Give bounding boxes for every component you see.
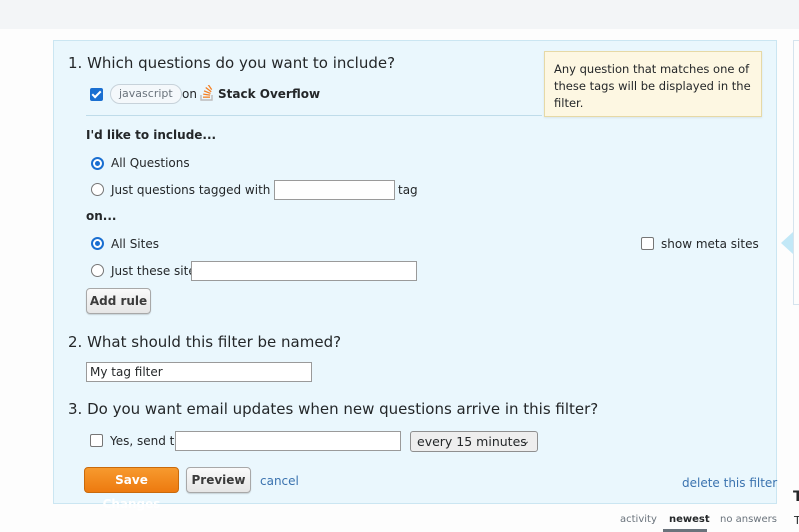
panel-pointer-arrow	[781, 232, 793, 254]
all-sites-label: All Sites	[111, 237, 159, 251]
tagged-questions-radio[interactable]	[91, 183, 104, 196]
section-1-heading: 1. Which questions do you want to includ…	[68, 54, 396, 72]
on-label: on	[182, 87, 197, 101]
sort-tab-no-answers[interactable]: no answers	[720, 514, 777, 525]
on-sites-label: on...	[86, 209, 117, 223]
site-name[interactable]: Stack Overflow	[218, 87, 320, 101]
all-sites-radio[interactable]	[91, 237, 104, 250]
filter-name-input[interactable]: My tag filter	[86, 362, 312, 382]
stackoverflow-logo-icon	[200, 85, 213, 101]
include-label: I'd like to include...	[86, 128, 217, 142]
tag-suffix-label: tag	[398, 183, 418, 197]
email-updates-checkbox[interactable]	[90, 434, 103, 447]
tag-badge[interactable]: javascript	[110, 84, 182, 104]
top-bar	[0, 0, 799, 29]
save-changes-button[interactable]: Save Changes	[84, 467, 179, 511]
show-meta-sites-label: show meta sites	[661, 237, 759, 251]
frequency-select[interactable]: every 15 minutes ⌄	[410, 431, 538, 452]
tag-input[interactable]	[274, 180, 395, 200]
sort-tab-newest[interactable]: newest	[669, 514, 710, 525]
sort-tab-activity[interactable]: activity	[620, 514, 657, 525]
send-to-label: Yes, send to	[110, 434, 182, 448]
all-questions-radio[interactable]	[91, 157, 104, 170]
these-sites-label: Just these sites	[111, 264, 202, 278]
tagged-questions-label: Just questions tagged with the	[111, 183, 294, 197]
frequency-value: every 15 minutes	[417, 434, 527, 449]
email-input[interactable]	[175, 431, 401, 451]
section-3-heading: 3. Do you want email updates when new qu…	[68, 400, 599, 418]
add-rule-button[interactable]: Add rule	[86, 288, 151, 314]
preview-button[interactable]: Preview	[186, 467, 251, 493]
these-sites-radio[interactable]	[91, 264, 104, 277]
rule-checkbox[interactable]	[90, 88, 103, 101]
chevron-down-icon: ⌄	[521, 436, 530, 447]
delete-filter-link[interactable]: delete this filter	[682, 476, 777, 490]
rule-divider	[86, 115, 542, 116]
side-panel	[793, 40, 799, 305]
section-2-heading: 2. What should this filter be named?	[68, 333, 342, 351]
sites-input[interactable]	[191, 261, 417, 281]
tag-help-tooltip: Any question that matches one of these t…	[544, 51, 762, 117]
all-questions-label: All Questions	[111, 156, 190, 170]
side-heading-fragment: T	[793, 489, 799, 505]
side-text-fragment: T	[794, 514, 799, 527]
cancel-link[interactable]: cancel	[260, 474, 299, 488]
show-meta-sites-checkbox[interactable]	[641, 237, 654, 250]
